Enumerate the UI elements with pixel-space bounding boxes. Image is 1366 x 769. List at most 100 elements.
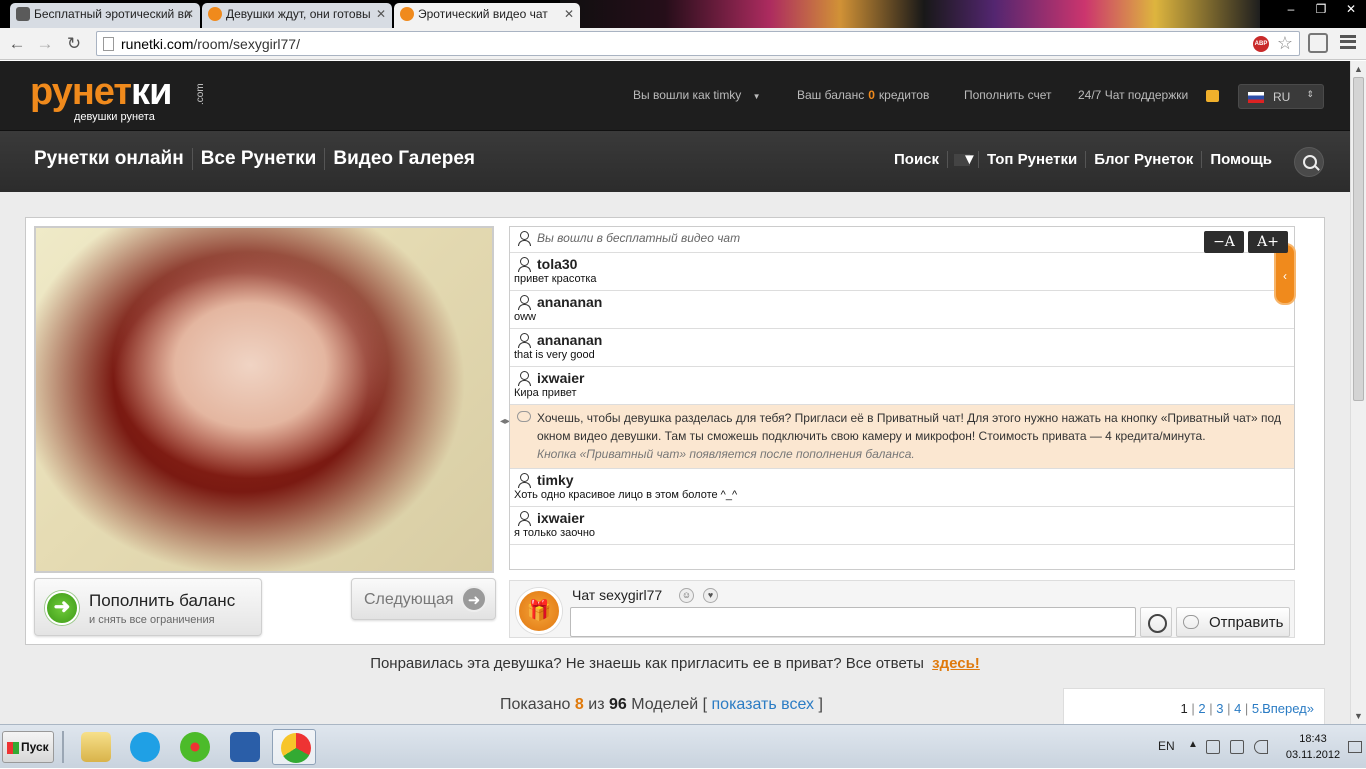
volume-icon[interactable] xyxy=(1254,740,1268,754)
page-4[interactable]: 4 xyxy=(1234,701,1241,716)
scroll-thumb[interactable] xyxy=(1353,77,1364,401)
scroll-down-icon[interactable]: ▼ xyxy=(1354,711,1363,721)
close-icon[interactable]: ✕ xyxy=(1336,0,1366,20)
page-1[interactable]: 1 xyxy=(1181,701,1188,716)
page-scrollbar[interactable]: ▲ ▼ xyxy=(1350,61,1366,724)
gift-icon[interactable]: 🎁 xyxy=(516,588,562,634)
tray-expand-icon[interactable]: ▲ xyxy=(1188,739,1198,750)
speech-bubble-icon xyxy=(517,411,531,422)
page-2[interactable]: 2 xyxy=(1198,701,1205,716)
icq-app[interactable] xyxy=(172,729,216,765)
main-nav: Рунетки онлайн Все Рунетки Видео Галерея… xyxy=(0,130,1350,192)
user-menu[interactable]: Вы вошли как timky ▼ xyxy=(633,88,761,102)
word-app[interactable] xyxy=(222,729,266,765)
message-text: я только заочно xyxy=(514,527,596,539)
nav-item-video-gallery[interactable]: Видео Галерея xyxy=(325,148,483,170)
tab-3-active[interactable]: Эротический видео чат ✕ xyxy=(394,3,580,28)
close-tab-icon[interactable]: ✕ xyxy=(184,3,194,25)
chat-log[interactable]: −A A+ Вы вошли в бесплатный видео чат to… xyxy=(509,226,1295,570)
user-icon xyxy=(518,257,531,272)
skype-icon xyxy=(130,732,160,762)
private-chat-promo: Хочешь, чтобы девушка разделась для тебя… xyxy=(510,405,1294,469)
extension-icon[interactable] xyxy=(1308,33,1328,53)
answers-link[interactable]: здесь! xyxy=(932,655,980,672)
emoji-button[interactable] xyxy=(1140,607,1172,637)
question-text: Понравилась эта девушка? Не знаешь как п… xyxy=(370,655,924,672)
start-button[interactable]: Пуск xyxy=(2,731,54,763)
chrome-menu-icon[interactable] xyxy=(1340,35,1356,49)
topup-link[interactable]: Пополнить счет xyxy=(964,88,1052,102)
site-logo[interactable]: рунетки .com девушки рунета xyxy=(30,71,206,123)
close-tab-icon[interactable]: ✕ xyxy=(564,3,574,25)
system-text: Вы вошли в бесплатный видео чат xyxy=(537,231,741,245)
message-user[interactable]: ixwaier xyxy=(537,370,1290,386)
chat-message: anananan oww xyxy=(510,291,1294,329)
adblock-icon[interactable]: ABP xyxy=(1253,36,1269,52)
page-icon xyxy=(103,37,114,51)
scroll-up-icon[interactable]: ▲ xyxy=(1354,64,1363,74)
nav-item-top[interactable]: Топ Рунетки xyxy=(979,151,1087,168)
user-icon xyxy=(518,295,531,310)
tab-1[interactable]: Бесплатный эротический ви ✕ xyxy=(10,3,200,28)
font-decrease-button[interactable]: −A xyxy=(1204,231,1244,253)
show-all-link[interactable]: показать всех xyxy=(712,696,815,713)
usb-icon[interactable] xyxy=(1206,740,1220,754)
send-button[interactable]: Отправить xyxy=(1176,607,1290,637)
nav-item-blog[interactable]: Блог Рунеток xyxy=(1086,151,1203,168)
nav-item-all[interactable]: Все Рунетки xyxy=(193,148,326,170)
url-path: /room/sexygirl77/ xyxy=(193,36,300,52)
clock[interactable]: 18:43 03.11.2012 xyxy=(1283,731,1343,763)
shown-close: ] xyxy=(818,696,823,713)
forward-icon[interactable]: → xyxy=(34,33,56,55)
flag-ru-icon xyxy=(1248,92,1264,103)
message-user[interactable]: tola30 xyxy=(537,256,1290,272)
message-input[interactable] xyxy=(570,607,1136,637)
logo-part2: ки xyxy=(131,71,172,113)
skype-app[interactable] xyxy=(122,729,166,765)
close-tab-icon[interactable]: ✕ xyxy=(376,3,386,25)
nav-item-search[interactable]: Поиск ▼ xyxy=(878,151,980,168)
logged-in-label: Вы вошли как timky xyxy=(633,88,742,102)
video-stream[interactable] xyxy=(34,226,494,573)
font-increase-button[interactable]: A+ xyxy=(1248,231,1288,253)
heart-icon[interactable]: ♥ xyxy=(703,588,718,603)
smiley-face-icon[interactable]: ☺ xyxy=(679,588,694,603)
font-size-controls: −A A+ xyxy=(1204,231,1288,253)
back-icon[interactable]: ← xyxy=(6,33,28,55)
language-select[interactable]: RU ⇕ xyxy=(1238,84,1324,109)
tab-title: Девушки ждут, они готовы xyxy=(226,7,371,21)
nav-item-online[interactable]: Рунетки онлайн xyxy=(26,148,193,170)
page-3[interactable]: 3 xyxy=(1216,701,1223,716)
topup-subtitle: и снять все ограничения xyxy=(89,614,215,626)
tab-favicon xyxy=(208,7,222,21)
message-user[interactable]: anananan xyxy=(537,332,1290,348)
bookmark-star-icon[interactable]: ☆ xyxy=(1277,33,1293,54)
network-icon[interactable] xyxy=(1230,740,1244,754)
folder-app[interactable] xyxy=(73,729,117,765)
show-desktop-icon[interactable] xyxy=(1348,741,1362,753)
message-user[interactable]: timky xyxy=(537,472,1290,488)
logo-tagline: девушки рунета xyxy=(74,111,155,123)
windows-logo-icon xyxy=(7,742,19,754)
next-page-link[interactable]: Вперед» xyxy=(1262,701,1314,716)
reload-icon[interactable]: ↻ xyxy=(63,33,85,55)
nav-item-help[interactable]: Помощь xyxy=(1202,151,1280,168)
message-user[interactable]: ixwaier xyxy=(537,510,1290,526)
url-text: runetki.com/room/sexygirl77/ xyxy=(121,36,300,52)
support-link[interactable]: 24/7 Чат поддержки xyxy=(1078,88,1188,102)
message-user[interactable]: anananan xyxy=(537,294,1290,310)
tab-2[interactable]: Девушки ждут, они готовы ✕ xyxy=(202,3,392,28)
tab-title: Бесплатный эротический ви xyxy=(34,7,191,21)
next-model-button[interactable]: Следующая ➜ xyxy=(351,578,496,620)
minimize-icon[interactable]: – xyxy=(1276,0,1306,20)
search-icon[interactable] xyxy=(1294,147,1324,177)
input-language[interactable]: EN xyxy=(1158,739,1175,753)
restore-icon[interactable]: ❐ xyxy=(1306,0,1336,20)
balance-value: 0 xyxy=(868,88,875,102)
url-host: runetki.com xyxy=(121,36,194,52)
address-bar[interactable]: runetki.com/room/sexygirl77/ ABP ☆ xyxy=(96,31,1300,56)
chrome-app[interactable] xyxy=(272,729,316,765)
shown-total: 96 xyxy=(608,696,627,713)
support-chat-icon[interactable] xyxy=(1206,90,1219,102)
topup-balance-button[interactable]: ➜ Пополнить баланс и снять все ограничен… xyxy=(34,578,262,636)
